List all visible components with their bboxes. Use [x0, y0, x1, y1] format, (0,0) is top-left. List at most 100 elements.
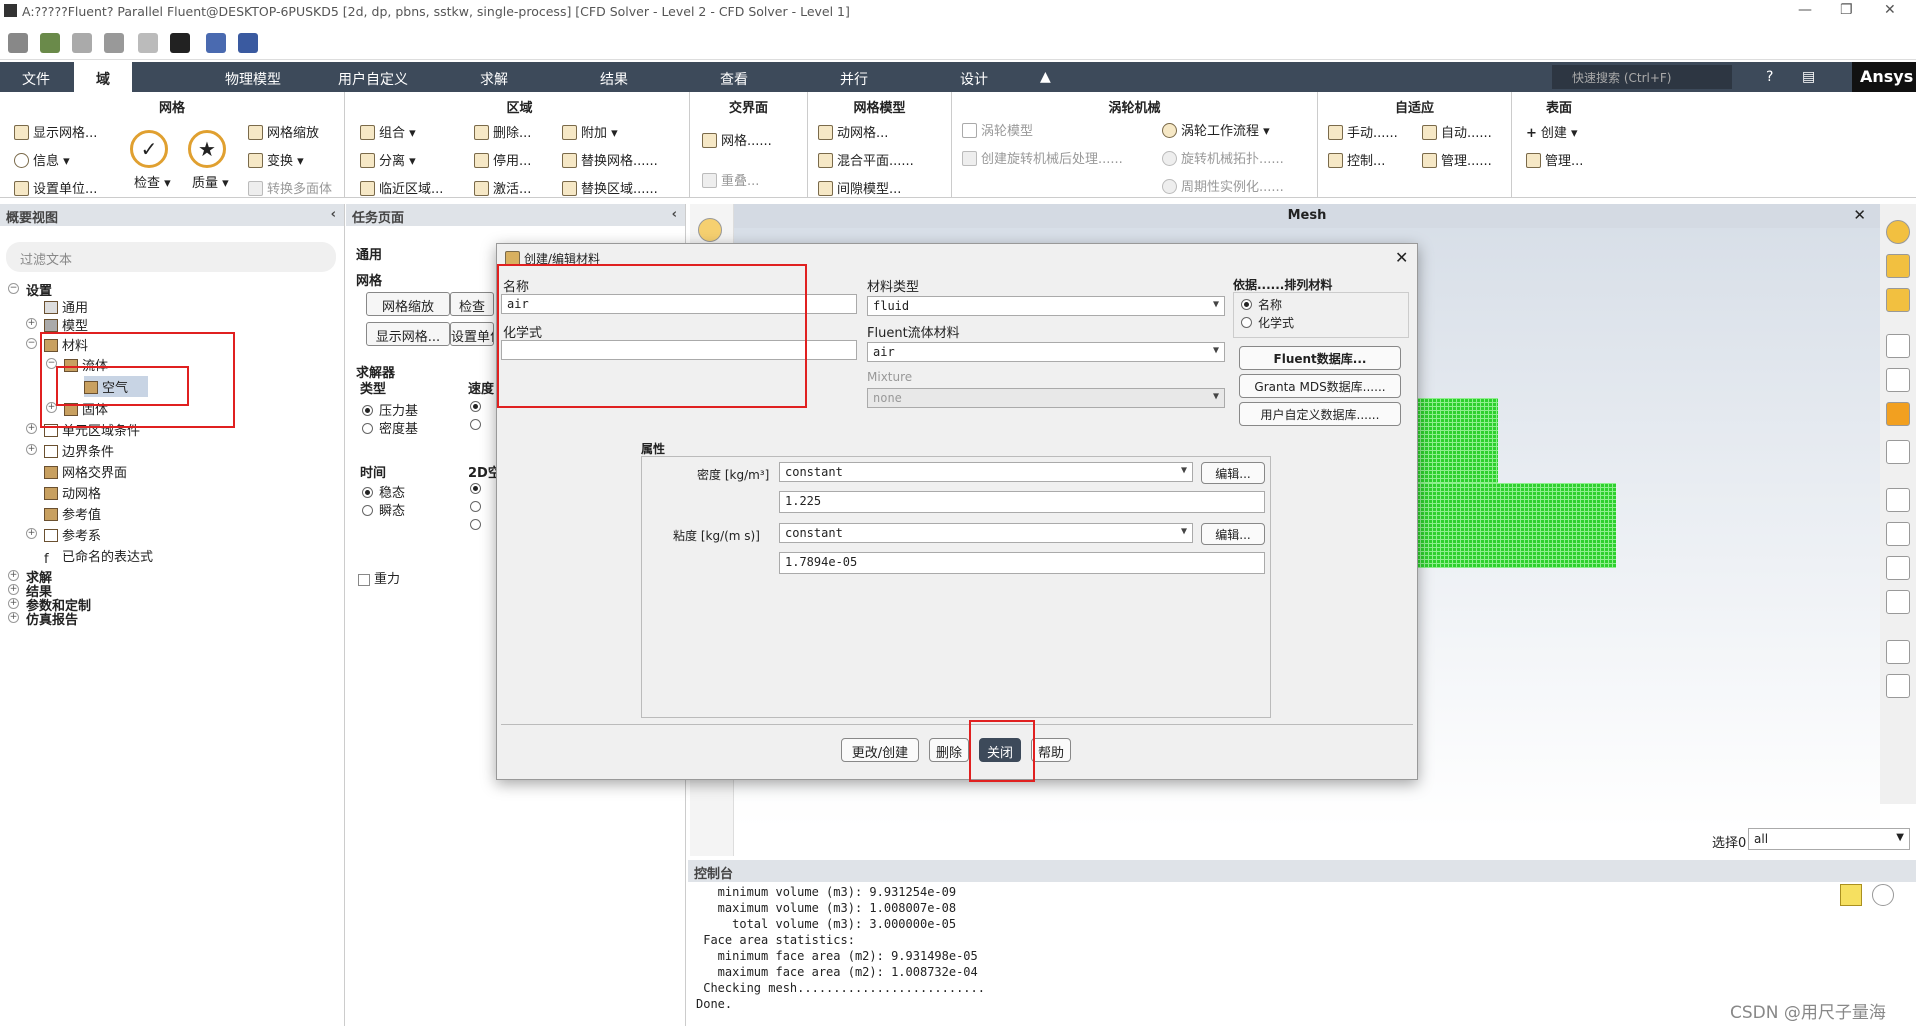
- delete-zone-button[interactable]: 删除...: [474, 122, 531, 141]
- fluent-material-dropdown[interactable]: air ▼: [867, 342, 1225, 362]
- expand-icon[interactable]: +: [26, 423, 37, 434]
- display-task-button[interactable]: 显示网格...: [366, 322, 450, 346]
- user-database-button[interactable]: 用户自定义数据库......: [1239, 402, 1401, 426]
- viscosity-method-dropdown[interactable]: constant ▼: [779, 523, 1193, 543]
- velocity-radio-2[interactable]: [470, 418, 487, 433]
- help-button[interactable]: 帮助: [1031, 738, 1071, 762]
- create-surface-button[interactable]: + 创建 ▾: [1526, 122, 1578, 141]
- tree-general[interactable]: 通用: [44, 297, 88, 316]
- rotate-icon[interactable]: [1886, 254, 1910, 278]
- menu-results[interactable]: 结果: [600, 69, 628, 89]
- info-console-icon[interactable]: [1872, 884, 1894, 906]
- close-graphics-icon[interactable]: ✕: [1853, 206, 1866, 224]
- menu-parallel[interactable]: 并行: [840, 69, 868, 89]
- read-case-icon[interactable]: [40, 33, 60, 53]
- periodic-instance-button[interactable]: 周期性实例化......: [1162, 176, 1284, 195]
- help-icon[interactable]: ?: [1766, 69, 1773, 85]
- activate-button[interactable]: 激活...: [474, 178, 531, 197]
- expand-icon[interactable]: +: [26, 444, 37, 455]
- collapse-ribbon-icon[interactable]: ▲: [1040, 69, 1051, 85]
- units-task-button[interactable]: 设置单位: [450, 322, 494, 346]
- adjacency-button[interactable]: 临近区域...: [360, 178, 443, 197]
- expand-icon[interactable]: +: [8, 598, 19, 609]
- gear-render-icon[interactable]: [698, 218, 722, 242]
- save-icon[interactable]: [72, 33, 92, 53]
- expand-icon[interactable]: +: [8, 612, 19, 623]
- density-method-dropdown[interactable]: constant ▼: [779, 462, 1193, 482]
- quality-icon[interactable]: ★: [188, 130, 226, 168]
- warning-icon[interactable]: [1840, 884, 1862, 906]
- pressure-based-radio[interactable]: 压力基: [362, 400, 418, 419]
- quick-search-input[interactable]: 快速搜索 (Ctrl+F): [1552, 65, 1732, 89]
- edit-viscosity-button[interactable]: 编辑...: [1201, 523, 1265, 545]
- delete-button[interactable]: 删除: [929, 738, 969, 762]
- menu-view[interactable]: 查看: [720, 69, 748, 89]
- collapse-icon[interactable]: −: [8, 283, 19, 294]
- info-button[interactable]: 信息 ▾: [14, 150, 70, 169]
- space-radio-1[interactable]: [470, 482, 487, 497]
- gap-model-button[interactable]: 间隙模型...: [818, 178, 901, 197]
- manual-adapt-button[interactable]: 手动......: [1328, 122, 1398, 141]
- manage-surface-button[interactable]: 管理...: [1526, 150, 1583, 169]
- tree-dynamic-mesh[interactable]: 动网格: [44, 483, 101, 502]
- copy-icon[interactable]: [1886, 640, 1910, 664]
- density-value-input[interactable]: 1.225: [779, 491, 1265, 513]
- collapse-task-icon[interactable]: ‹: [672, 207, 677, 222]
- transform-button[interactable]: 变换 ▾: [248, 150, 304, 169]
- replace-mesh-button[interactable]: 替换网格......: [562, 150, 658, 169]
- adapt-manage-button[interactable]: 管理......: [1422, 150, 1492, 169]
- set-units-button[interactable]: 设置单位...: [14, 178, 97, 197]
- turbo-model-checkbox[interactable]: 涡轮模型: [962, 120, 1033, 139]
- filter-text-input[interactable]: 过滤文本: [6, 242, 336, 272]
- mesh-scale-task-button[interactable]: 网格缩放: [366, 292, 450, 316]
- change-create-button[interactable]: 更改/创建: [841, 738, 919, 762]
- legend-icon[interactable]: [1886, 590, 1910, 614]
- menu-solution[interactable]: 求解: [480, 69, 508, 89]
- check-task-button[interactable]: 检查: [450, 292, 494, 316]
- mesh-scale-button[interactable]: 网格缩放: [248, 122, 319, 141]
- gravity-checkbox[interactable]: 重力: [358, 568, 400, 587]
- menu-file[interactable]: 文件: [22, 69, 50, 89]
- dynamic-mesh-button[interactable]: 动网格...: [818, 122, 888, 141]
- tree-report[interactable]: 仿真报告: [26, 609, 78, 628]
- tree-reference-frames[interactable]: 参考系: [44, 525, 101, 544]
- undo-view-icon[interactable]: [1886, 440, 1910, 464]
- display-mesh-button[interactable]: 显示网格...: [14, 122, 97, 141]
- turbo-post-button[interactable]: 创建旋转机械后处理......: [962, 148, 1123, 167]
- expand-icon[interactable]: +: [26, 528, 37, 539]
- ruler-icon[interactable]: [1886, 522, 1910, 546]
- parameter-icon[interactable]: [206, 33, 226, 53]
- select-dropdown[interactable]: all ▼: [1748, 828, 1910, 850]
- restore-icon[interactable]: ❐: [1840, 2, 1853, 18]
- fluent-database-button[interactable]: Fluent数据库...: [1239, 346, 1401, 370]
- menu-user-defined[interactable]: 用户自定义: [338, 69, 408, 89]
- layer-icon[interactable]: [1886, 402, 1910, 426]
- hide-icon[interactable]: [1886, 368, 1910, 392]
- tree-named-expressions[interactable]: f 已命名的表达式: [44, 546, 153, 567]
- quality-button[interactable]: 质量 ▾: [192, 172, 229, 191]
- adapt-control-button[interactable]: 控制...: [1328, 150, 1385, 169]
- workbench-icon[interactable]: [170, 33, 190, 53]
- append-button[interactable]: 附加 ▾: [562, 122, 618, 141]
- minimize-icon[interactable]: —: [1798, 2, 1812, 18]
- space-radio-3[interactable]: [470, 518, 487, 533]
- parallel-icon[interactable]: [138, 33, 158, 53]
- viscosity-value-input[interactable]: 1.7894e-05: [779, 552, 1265, 574]
- tree-boundary[interactable]: 边界条件: [44, 441, 114, 460]
- order-formula-radio[interactable]: 化学式: [1241, 314, 1294, 331]
- menu-design[interactable]: 设计: [960, 69, 988, 89]
- interface-mesh-button[interactable]: 网格......: [702, 130, 772, 149]
- transient-radio[interactable]: 瞬态: [362, 500, 405, 519]
- auto-adapt-button[interactable]: 自动......: [1422, 122, 1492, 141]
- console-output[interactable]: minimum volume (m3): 9.931254e-09 maximu…: [696, 884, 985, 1012]
- check-icon[interactable]: ✓: [130, 130, 168, 168]
- menu-physics[interactable]: 物理模型: [225, 69, 281, 89]
- annotate-icon[interactable]: [1886, 556, 1910, 580]
- material-type-dropdown[interactable]: fluid ▼: [867, 296, 1225, 316]
- velocity-radio-1[interactable]: [470, 400, 487, 415]
- moc-icon[interactable]: [238, 33, 258, 53]
- order-name-radio[interactable]: 名称: [1241, 296, 1282, 313]
- mixing-plane-button[interactable]: 混合平面......: [818, 150, 914, 169]
- density-based-radio[interactable]: 密度基: [362, 418, 418, 437]
- mixture-dropdown[interactable]: none ▼: [867, 388, 1225, 408]
